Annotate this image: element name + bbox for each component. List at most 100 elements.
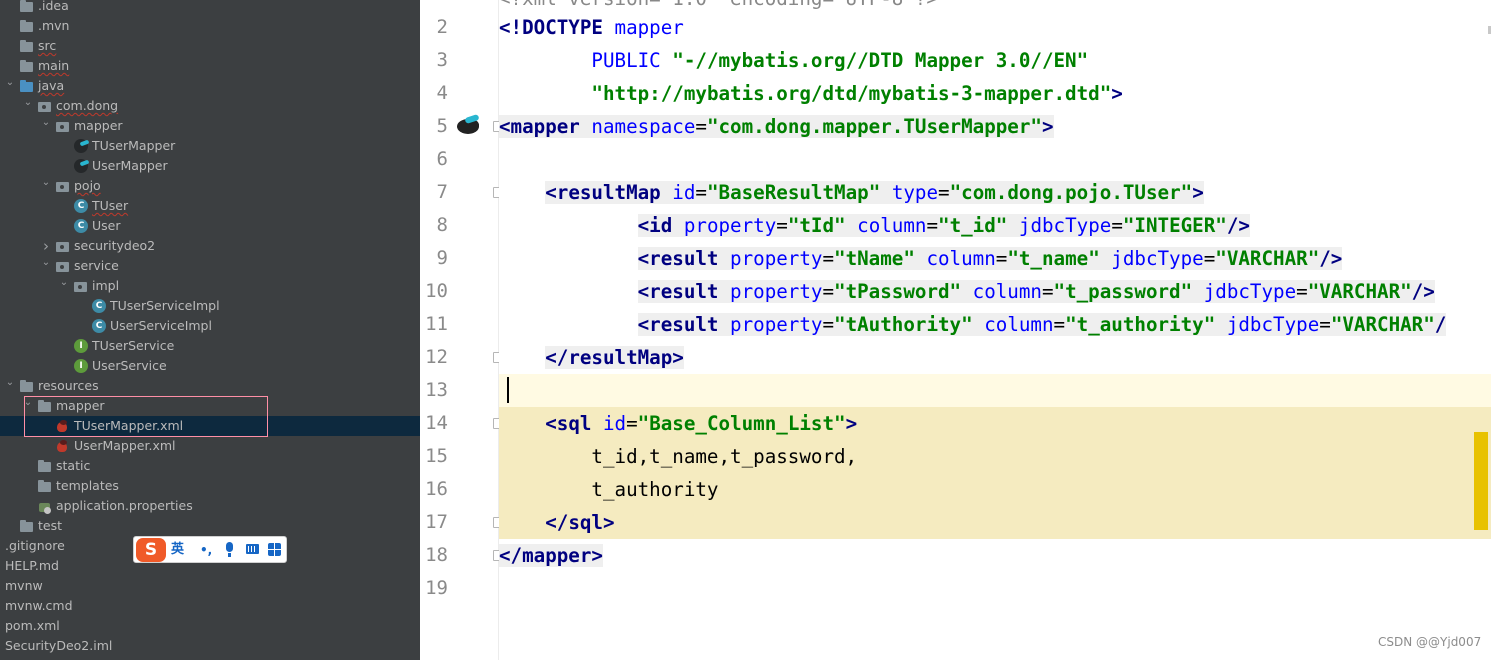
tree-item[interactable]: mapper	[0, 116, 420, 136]
code-token: "BaseResultMap"	[706, 181, 892, 204]
tree-item[interactable]: templates	[0, 476, 420, 496]
code-token: =	[822, 313, 835, 336]
class-icon: C	[92, 299, 106, 313]
code-line[interactable]: <result property="tPassword" column="t_p…	[499, 275, 1491, 308]
chevron-down-icon[interactable]	[4, 76, 16, 96]
code-line[interactable]: <result property="tAuthority" column="t_…	[499, 308, 1491, 341]
code-token: />	[1411, 280, 1435, 303]
code-line[interactable]: t_id,t_name,t_password,	[499, 440, 1491, 473]
line-number[interactable]: 5	[420, 110, 448, 143]
code-line[interactable]: </sql>	[499, 506, 1491, 539]
mybatis-navigate-icon[interactable]	[455, 114, 481, 136]
tree-item[interactable]: .mvn	[0, 16, 420, 36]
code-token: <mapper	[499, 115, 592, 138]
tree-item[interactable]: I UserService	[0, 356, 420, 376]
code-token: </resultMap>	[545, 346, 684, 369]
line-number[interactable]: 6	[420, 143, 448, 176]
tree-item[interactable]: pom.xml	[0, 616, 420, 636]
code-line[interactable]: <sql id="Base_Column_List">	[499, 407, 1491, 440]
sogou-logo-icon[interactable]: S	[136, 538, 166, 562]
code-token: =	[695, 181, 707, 204]
line-number[interactable]: 19	[420, 572, 448, 605]
microphone-icon[interactable]	[226, 542, 233, 557]
tree-item[interactable]: mvnw	[0, 576, 420, 596]
tree-item[interactable]: C TUser	[0, 196, 420, 216]
code-line[interactable]: "http://mybatis.org/dtd/mybatis-3-mapper…	[499, 77, 1491, 110]
tree-item[interactable]: mvnw.cmd	[0, 596, 420, 616]
line-number[interactable]: 17	[420, 506, 448, 539]
line-number[interactable]: 14	[420, 407, 448, 440]
tree-item[interactable]: UserMapper.xml	[0, 436, 420, 456]
tree-item[interactable]: service	[0, 256, 420, 276]
line-number[interactable]: 4	[420, 77, 448, 110]
tree-item[interactable]: C UserServiceImpl	[0, 316, 420, 336]
code-token: "VARCHAR"	[1215, 247, 1320, 270]
tree-item[interactable]: .idea	[0, 0, 420, 16]
tree-item[interactable]: main	[0, 56, 420, 76]
code-line[interactable]: <mapper namespace="com.dong.mapper.TUser…	[499, 110, 1491, 143]
line-number[interactable]: 16	[420, 473, 448, 506]
code-line[interactable]: </mapper>	[499, 539, 1491, 572]
chevron-down-icon[interactable]	[22, 96, 34, 116]
code-token: property	[730, 247, 823, 270]
tree-item[interactable]: test	[0, 516, 420, 536]
code-line[interactable]: <!DOCTYPE mapper	[499, 11, 1491, 44]
code-token: <!DOCTYPE	[499, 16, 615, 39]
tree-item[interactable]: resources	[0, 376, 420, 396]
code-line[interactable]	[499, 143, 1491, 176]
tree-item[interactable]: impl	[0, 276, 420, 296]
tree-item[interactable]: SecurityDeo2.iml	[0, 636, 420, 656]
line-number[interactable]: 2	[420, 11, 448, 44]
line-number[interactable]: 11	[420, 308, 448, 341]
class-icon: C	[74, 199, 88, 213]
code-line[interactable]: PUBLIC "-//mybatis.org//DTD Mapper 3.0//…	[499, 44, 1491, 77]
line-number[interactable]: 10	[420, 275, 448, 308]
tree-item[interactable]: TUserMapper.xml	[0, 416, 420, 436]
tree-item[interactable]: java	[0, 76, 420, 96]
tree-item[interactable]: C TUserServiceImpl	[0, 296, 420, 316]
keyboard-icon[interactable]	[246, 544, 259, 554]
tree-item[interactable]: application.properties	[0, 496, 420, 516]
chevron-down-icon[interactable]	[40, 256, 52, 276]
line-number[interactable]: 12	[420, 341, 448, 374]
tree-item[interactable]: static	[0, 456, 420, 476]
code-line[interactable]	[499, 572, 1491, 605]
line-number[interactable]: 7	[420, 176, 448, 209]
code-token: =	[1111, 214, 1123, 237]
chevron-down-icon[interactable]	[58, 276, 70, 296]
line-number[interactable]: 13	[420, 374, 448, 407]
code-line[interactable]: t_authority	[499, 473, 1491, 506]
chevron-down-icon[interactable]	[22, 396, 34, 416]
tree-item[interactable]: com.dong	[0, 96, 420, 116]
code-editor[interactable]: <?xml version="1.0" encoding="UTF-8"?> <…	[499, 0, 1491, 660]
ime-language-toggle[interactable]: 英	[171, 540, 184, 560]
line-number[interactable]: 9	[420, 242, 448, 275]
tree-item[interactable]: I TUserService	[0, 336, 420, 356]
tree-item[interactable]: mapper	[0, 396, 420, 416]
code-line[interactable]: <result property="tName" column="t_name"…	[499, 242, 1491, 275]
tree-item[interactable]: UserMapper	[0, 156, 420, 176]
code-line[interactable]	[499, 374, 1491, 407]
code-token: =	[776, 214, 788, 237]
ime-punctuation-toggle[interactable]: •,	[200, 540, 212, 560]
chevron-down-icon[interactable]	[40, 116, 52, 136]
chevron-down-icon[interactable]	[40, 176, 52, 196]
line-number[interactable]: 3	[420, 44, 448, 77]
chevron-down-icon[interactable]	[4, 376, 16, 396]
line-number[interactable]: 15	[420, 440, 448, 473]
code-token: <resultMap	[545, 181, 673, 204]
tree-item[interactable]: TUserMapper	[0, 136, 420, 156]
line-number[interactable]: 8	[420, 209, 448, 242]
line-number[interactable]: 18	[420, 539, 448, 572]
tree-item[interactable]: C User	[0, 216, 420, 236]
code-line[interactable]: <resultMap id="BaseResultMap" type="com.…	[499, 176, 1491, 209]
code-line[interactable]: </resultMap>	[499, 341, 1491, 374]
toolbox-grid-icon[interactable]	[268, 543, 281, 556]
tree-item-label: HELP.md	[5, 558, 59, 573]
tree-item[interactable]: src	[0, 36, 420, 56]
error-stripe-marker[interactable]	[1474, 432, 1488, 530]
tree-item[interactable]: pojo	[0, 176, 420, 196]
tree-item[interactable]: securitydeo2	[0, 236, 420, 256]
code-line[interactable]: <id property="tId" column="t_id" jdbcTyp…	[499, 209, 1491, 242]
